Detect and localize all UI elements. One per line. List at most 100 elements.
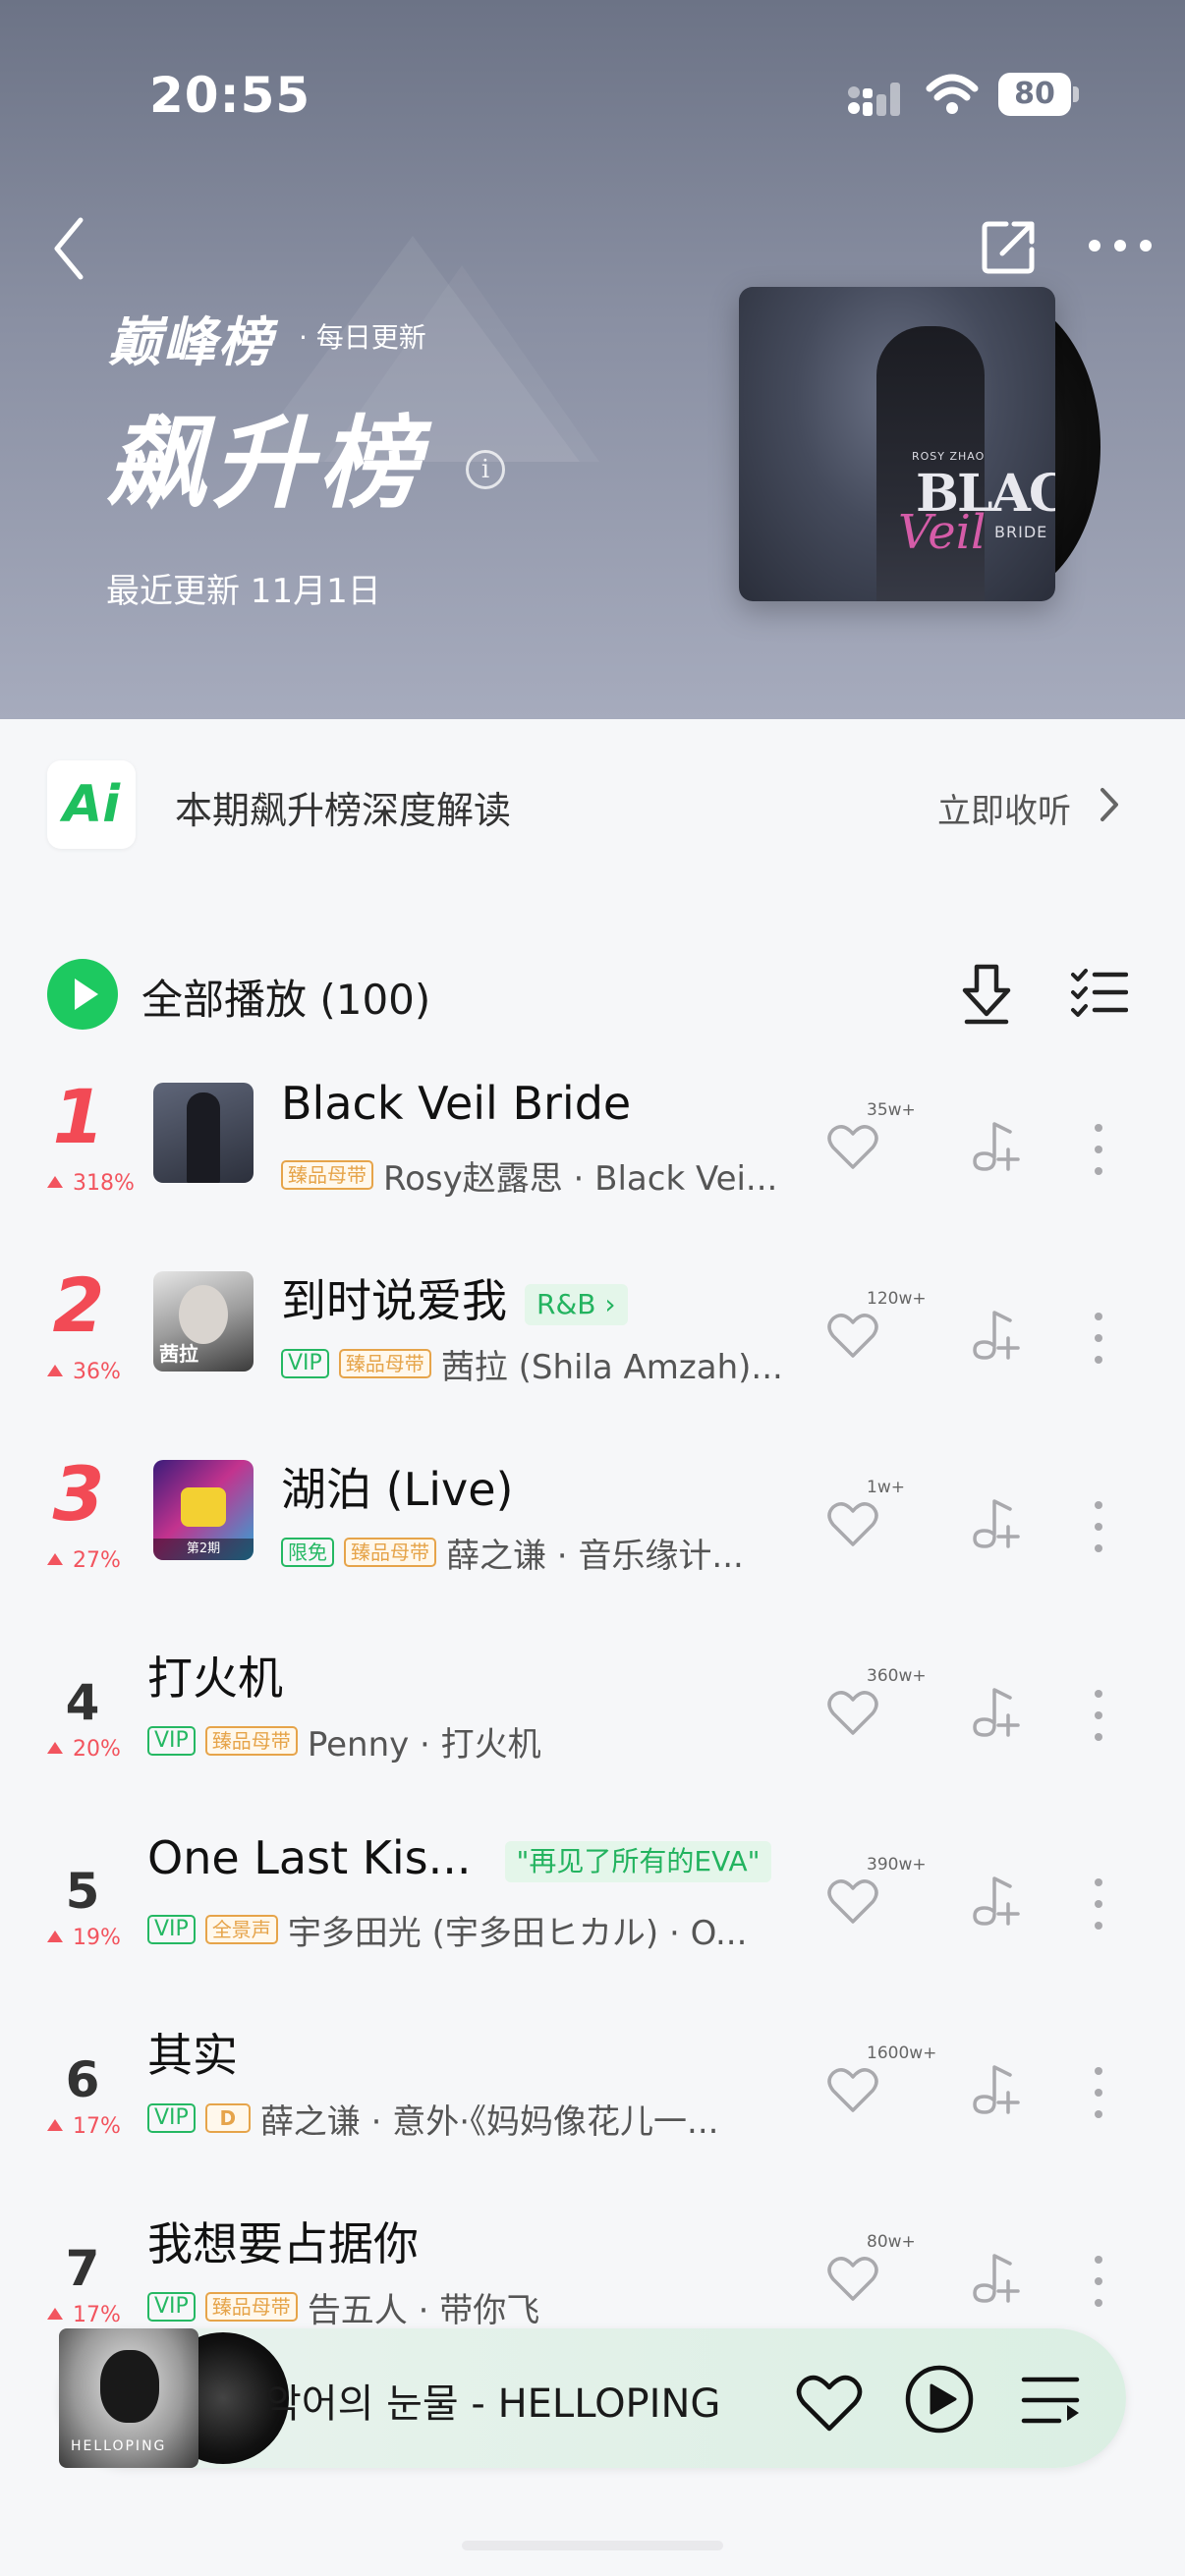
trend-value: 19% — [73, 1926, 121, 1950]
cover-label: 茜拉 — [159, 1342, 198, 1366]
multi-select-icon[interactable] — [1071, 967, 1128, 1018]
vip-badge: VIP — [147, 2292, 196, 2322]
share-icon[interactable] — [979, 216, 1040, 277]
like-heart-icon[interactable] — [827, 1690, 878, 1737]
like-heart-icon[interactable] — [827, 1313, 878, 1360]
more-options-icon[interactable] — [1087, 236, 1154, 255]
song-cover — [153, 1083, 254, 1183]
song-title: One Last Kis... "再见了所有的EVA" — [147, 1831, 772, 1884]
add-to-playlist-icon[interactable] — [971, 2252, 1022, 2305]
genre-tag[interactable]: R&B › — [525, 1283, 628, 1325]
more-vertical-icon[interactable] — [1089, 1499, 1108, 1554]
song-title: 我想要占据你 — [147, 2217, 419, 2270]
like-heart-icon[interactable] — [827, 1124, 878, 1171]
ai-logo-icon: Ai — [47, 760, 136, 849]
add-to-playlist-icon[interactable] — [971, 1497, 1022, 1550]
playlist-queue-icon[interactable] — [1020, 2374, 1081, 2427]
chevron-right-icon — [1100, 788, 1118, 821]
cover-face — [179, 1285, 228, 1344]
song-artist: 告五人 · 带你飞 — [307, 2290, 540, 2330]
add-to-playlist-icon[interactable] — [971, 1686, 1022, 1739]
song-artist: Rosy赵露思 · Black Vei... — [383, 1158, 778, 1199]
song-meta: VIP 臻品母带 告五人 · 带你飞 — [147, 2289, 539, 2330]
song-cover: 茜拉 — [153, 1271, 254, 1372]
song-row[interactable]: 6 17% 其实 VIP D 薛之谦 · 意外·《妈妈像花儿一... 1600w… — [0, 1996, 1185, 2185]
more-vertical-icon[interactable] — [1089, 2254, 1108, 2309]
more-vertical-icon[interactable] — [1089, 2065, 1108, 2120]
song-title: 到时说爱我 R&B › — [281, 1265, 628, 1330]
free-badge: 限免 — [281, 1538, 334, 1567]
song-artist: 薛之谦 · 意外·《妈妈像花儿一... — [259, 2101, 719, 2142]
trend-up-icon — [47, 1931, 63, 1942]
comment-tag[interactable]: "再见了所有的EVA" — [504, 1840, 772, 1882]
like-heart-icon[interactable] — [796, 2374, 863, 2433]
trend-value: 36% — [73, 1360, 121, 1384]
master-quality-badge: 臻品母带 — [281, 1160, 373, 1190]
listen-now-link[interactable]: 立即收听 — [937, 784, 1071, 832]
song-title-text: One Last Kis... — [147, 1831, 472, 1884]
ai-banner-text: 本期飙升榜深度解读 — [175, 789, 512, 832]
battery-level: 80 — [998, 73, 1071, 116]
rank-number: 1 — [52, 1073, 105, 1160]
spatial-audio-badge: 全景声 — [204, 1915, 278, 1944]
now-playing-title[interactable]: 악어의 눈물 - HELLOPING — [265, 2372, 720, 2429]
more-vertical-icon[interactable] — [1089, 1311, 1108, 1366]
like-heart-icon[interactable] — [827, 2256, 878, 2303]
song-meta: VIP 臻品母带 茜拉 (Shila Amzah)... — [281, 1346, 783, 1387]
song-row[interactable]: 1 318% Black Veil Bride 臻品母带 Rosy赵露思 · B… — [0, 1053, 1185, 1242]
cover-label: 第2期 — [153, 1539, 254, 1560]
song-artist: Penny · 打火机 — [307, 1724, 541, 1764]
ai-interpretation-banner[interactable]: Ai 本期飙升榜深度解读 立即收听 — [0, 719, 1185, 886]
rank-trend: 20% — [47, 1737, 121, 1762]
featured-album-cover[interactable]: ROSY ZHAO BLACK Veil BRIDE — [739, 287, 1055, 601]
home-indicator — [462, 2541, 723, 2550]
page-title: 飙升榜 — [106, 406, 424, 523]
last-update-date: 最近更新 11月1日 — [106, 572, 381, 611]
info-icon[interactable]: i — [466, 450, 505, 489]
add-to-playlist-icon[interactable] — [971, 1120, 1022, 1173]
like-count: 1600w+ — [867, 2044, 937, 2063]
add-to-playlist-icon[interactable] — [971, 1309, 1022, 1362]
back-icon[interactable] — [49, 214, 88, 283]
song-row[interactable]: 3 27% 第2期 湖泊 (Live) 限免 臻品母带 薛之谦 · 音乐缘计..… — [0, 1430, 1185, 1619]
rank-number: 3 — [52, 1450, 105, 1538]
genre-label: R&B — [536, 1287, 596, 1320]
song-row[interactable]: 4 20% 打火机 VIP 臻品母带 Penny · 打火机 360w+ — [0, 1619, 1185, 1808]
more-vertical-icon[interactable] — [1089, 1122, 1108, 1177]
song-artist: 茜拉 (Shila Amzah)... — [440, 1347, 783, 1387]
rank-trend: 19% — [47, 1926, 121, 1950]
like-count: 360w+ — [867, 1666, 927, 1686]
song-row[interactable]: 5 19% One Last Kis... "再见了所有的EVA" VIP 全景声… — [0, 1808, 1185, 1996]
rank-number: 6 — [65, 2051, 100, 2108]
play-pause-icon[interactable] — [904, 2364, 975, 2435]
song-artist: 宇多田光 (宇多田ヒカル) · O... — [287, 1913, 748, 1953]
battery-tip — [1073, 86, 1079, 102]
song-title: 湖泊 (Live) — [281, 1463, 514, 1516]
like-heart-icon[interactable] — [827, 1878, 878, 1926]
chart-brand: 巅峰榜 — [108, 311, 273, 373]
like-heart-icon[interactable] — [827, 2067, 878, 2114]
mini-player[interactable]: HELLOPING 악어의 눈물 - HELLOPING — [59, 2328, 1126, 2468]
more-vertical-icon[interactable] — [1089, 1688, 1108, 1743]
wifi-icon — [926, 74, 979, 114]
rank-number: 5 — [65, 1863, 100, 1920]
trend-up-icon — [47, 1365, 63, 1376]
download-icon[interactable] — [959, 963, 1014, 1026]
trend-up-icon — [47, 2119, 63, 2131]
add-to-playlist-icon[interactable] — [971, 2063, 1022, 2116]
rank-trend: 27% — [47, 1548, 121, 1573]
more-vertical-icon[interactable] — [1089, 1876, 1108, 1932]
like-count: 1w+ — [867, 1478, 905, 1497]
battery-indicator: 80 — [998, 73, 1079, 116]
like-heart-icon[interactable] — [827, 1501, 878, 1548]
song-row[interactable]: 2 36% 茜拉 到时说爱我 R&B › VIP 臻品母带 茜拉 (Shila A… — [0, 1242, 1185, 1430]
cover-text: HELLOPING — [71, 2438, 167, 2454]
trend-up-icon — [47, 1176, 63, 1188]
song-cover: 第2期 — [153, 1460, 254, 1560]
play-all-label[interactable]: 全部播放 (100) — [141, 967, 430, 1027]
now-playing-cover[interactable]: HELLOPING — [59, 2328, 198, 2468]
add-to-playlist-icon[interactable] — [971, 1875, 1022, 1928]
master-quality-badge: 臻品母带 — [204, 1726, 298, 1756]
trend-value: 17% — [73, 2303, 121, 2327]
song-artist: 薛之谦 · 音乐缘计... — [446, 1536, 744, 1576]
